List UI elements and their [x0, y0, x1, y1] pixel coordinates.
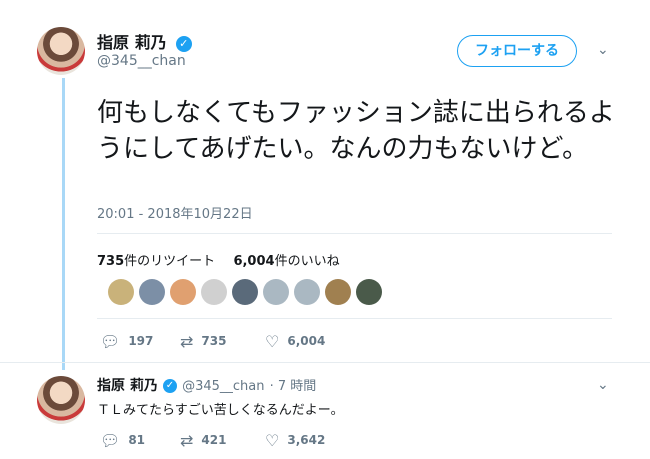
author-name-row[interactable]: 指原 莉乃 ✓: [97, 29, 192, 53]
reply-author-avatar[interactable]: [37, 376, 85, 424]
author-avatar[interactable]: [37, 27, 85, 75]
avatar-4-icon[interactable]: [201, 279, 227, 305]
heart-icon: ♡: [265, 431, 280, 450]
avatar-1-icon[interactable]: [108, 279, 134, 305]
follow-button[interactable]: フォローする: [457, 35, 577, 67]
reply-time[interactable]: · 7 時間: [270, 379, 317, 394]
retweet-action[interactable]: ⇄ 735: [180, 332, 226, 351]
reply-text: ＴＬみてたらすごい苦しくなるんだよー。: [97, 403, 344, 418]
chevron-down-icon[interactable]: ⌄: [597, 377, 609, 393]
divider: [97, 318, 612, 319]
retweet-stat[interactable]: 735件のリツイート: [97, 254, 215, 269]
verified-badge-icon: ✓: [175, 35, 192, 52]
reply-action[interactable]: 💬︎ 81: [100, 431, 145, 450]
avatar-2-icon[interactable]: [139, 279, 165, 305]
retweet-icon: ⇄: [180, 431, 194, 450]
avatar-3-icon[interactable]: [170, 279, 196, 305]
like-action[interactable]: ♡ 3,642: [265, 431, 325, 450]
default-avatar-icon[interactable]: [294, 279, 320, 305]
reply-author-name[interactable]: 指原 莉乃: [97, 378, 158, 394]
author-name[interactable]: 指原 莉乃: [97, 33, 167, 52]
divider: [0, 362, 650, 363]
reply-icon: 💬︎: [100, 431, 121, 450]
reply-header: 指原 莉乃 ✓ @345__chan · 7 時間: [97, 375, 316, 395]
retweet-action[interactable]: ⇄ 421: [180, 431, 226, 450]
tweet-stats: 735件のリツイート 6,004件のいいね: [97, 250, 340, 269]
heart-icon: ♡: [265, 332, 280, 351]
thread-line: [62, 78, 65, 370]
like-action[interactable]: ♡ 6,004: [265, 332, 325, 351]
reply-author-handle[interactable]: @345__chan: [182, 379, 264, 394]
tweet-text: 何もしなくてもファッション誌に出られるようにしてあげたい。なんの力もないけど。: [97, 98, 615, 164]
reply-icon: 💬︎: [100, 332, 121, 351]
avatar-9-icon[interactable]: [356, 279, 382, 305]
reply-action[interactable]: 💬︎ 197: [100, 332, 153, 351]
tweet-timestamp[interactable]: 20:01 - 2018年10月22日: [97, 203, 253, 222]
retweet-icon: ⇄: [180, 332, 194, 351]
chevron-down-icon[interactable]: ⌄: [597, 42, 609, 58]
default-avatar-icon[interactable]: [263, 279, 289, 305]
author-handle[interactable]: @345__chan: [97, 53, 186, 69]
like-stat[interactable]: 6,004件のいいね: [233, 254, 339, 269]
verified-badge-icon: ✓: [162, 378, 177, 393]
avatar-8-icon[interactable]: [325, 279, 351, 305]
avatar-5-icon[interactable]: [232, 279, 258, 305]
divider: [97, 233, 612, 234]
